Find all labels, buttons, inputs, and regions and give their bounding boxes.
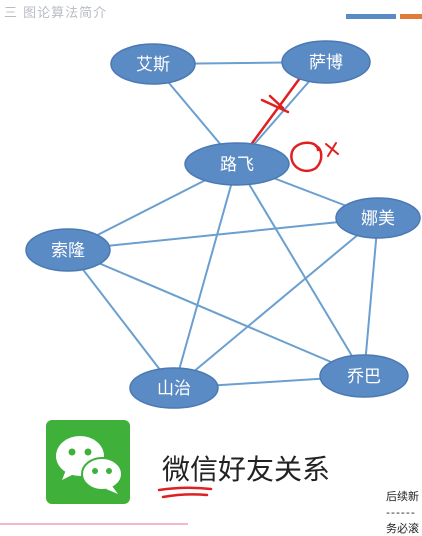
node-label-qiaoba: 乔巴 <box>347 367 381 387</box>
edge-suolong-namei <box>67 217 379 251</box>
diagram-caption: 微信好友关系 <box>162 453 331 486</box>
edge-lufei-shanzhi <box>173 163 238 389</box>
pink-divider <box>0 523 188 525</box>
graph-edges <box>67 61 379 389</box>
friend-graph: 艾斯 萨博路飞娜美索隆山治 乔巴 <box>25 40 421 409</box>
wechat-bubbles-icon <box>56 436 123 494</box>
edge-lufei-qiaoba <box>236 163 365 377</box>
side-note-dashes: ------ <box>386 506 416 519</box>
node-suolong: 索隆 <box>25 228 111 272</box>
node-qiaoba: 乔巴 <box>319 354 409 398</box>
edge-namei-qiaoba <box>363 217 379 377</box>
node-label-lufei: 路飞 <box>220 155 254 175</box>
edge-suolong-shanzhi <box>67 249 175 389</box>
node-label-namei: 娜美 <box>361 209 395 229</box>
node-aisi: 艾斯 <box>110 43 196 85</box>
edge-suolong-qiaoba <box>67 249 365 377</box>
side-note-line-1: 后续新 <box>386 490 419 503</box>
side-note-line-2: 务必滚 <box>386 522 419 535</box>
node-label-aisi: 艾斯 <box>136 55 170 75</box>
red-slash-mark <box>248 76 302 148</box>
node-sabo: 萨博 <box>281 40 371 84</box>
red-small-x-2 <box>327 142 337 157</box>
node-shanzhi: 山治 <box>129 367 219 409</box>
red-underline-mark <box>157 486 213 499</box>
wechat-logo <box>46 420 130 504</box>
node-label-suolong: 索隆 <box>51 241 85 261</box>
node-namei: 娜美 <box>335 197 421 239</box>
node-label-sabo: 萨博 <box>309 53 343 73</box>
node-lufei: 路飞 <box>184 142 290 186</box>
red-zero-mark <box>290 141 323 173</box>
node-label-shanzhi: 山治 <box>157 379 191 399</box>
graph-nodes: 艾斯 萨博路飞娜美索隆山治 乔巴 <box>25 40 421 409</box>
